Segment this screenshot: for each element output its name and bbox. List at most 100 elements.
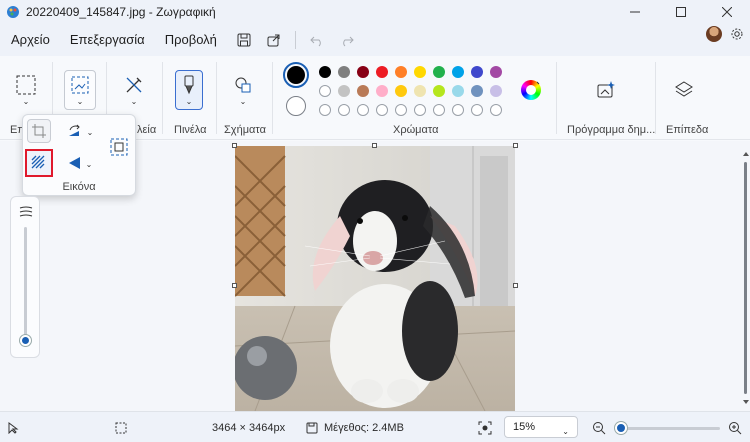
color-swatch[interactable]: [471, 85, 483, 97]
maximize-button[interactable]: [658, 0, 704, 24]
save-button[interactable]: [229, 26, 259, 54]
rotate-button[interactable]: ⌄: [63, 121, 97, 141]
color-swatch[interactable]: [414, 85, 426, 97]
save-icon: [237, 33, 251, 47]
brush-icon: [184, 75, 194, 94]
color-swatch[interactable]: [395, 85, 407, 97]
background-remove-button[interactable]: [25, 149, 53, 177]
avatar[interactable]: [706, 26, 722, 42]
color-swatch[interactable]: [319, 85, 331, 97]
custom-color-slot[interactable]: [357, 104, 369, 116]
color-swatch[interactable]: [395, 66, 407, 78]
undo-button[interactable]: [302, 26, 332, 54]
chevron-down-icon: ⌄: [76, 96, 84, 106]
resize-handle-top-right[interactable]: [513, 143, 518, 148]
zoom-out-icon[interactable]: [592, 421, 606, 435]
fit-to-window-icon[interactable]: [478, 421, 492, 435]
canvas-image[interactable]: [235, 146, 515, 411]
chevron-down-icon: ⌄: [185, 96, 193, 106]
brush-size-thumb[interactable]: [20, 335, 31, 346]
resize-button[interactable]: [107, 135, 131, 159]
tools-button[interactable]: ⌄: [118, 70, 150, 110]
undo-icon: [310, 36, 321, 47]
resize-handle-top[interactable]: [372, 143, 377, 148]
brush-size-track[interactable]: [24, 227, 27, 339]
secondary-color-swatch[interactable]: [286, 96, 306, 116]
color-swatch[interactable]: [319, 66, 331, 78]
menu-view[interactable]: Προβολή: [157, 26, 225, 54]
close-button[interactable]: [704, 0, 750, 24]
custom-color-slot[interactable]: [452, 104, 464, 116]
ribbon-separator: [556, 62, 557, 134]
custom-color-slot[interactable]: [471, 104, 483, 116]
brush-size-icon: [19, 206, 33, 217]
custom-color-slot[interactable]: [414, 104, 426, 116]
color-swatch[interactable]: [357, 85, 369, 97]
zoom-select[interactable]: 15% ⌄: [504, 416, 578, 438]
color-swatch[interactable]: [452, 66, 464, 78]
custom-color-slot[interactable]: [490, 104, 502, 116]
color-picker-button[interactable]: [521, 80, 541, 100]
minimize-icon: [630, 11, 640, 13]
flip-button[interactable]: ⌄: [63, 153, 97, 173]
save-icon: [306, 422, 318, 434]
vertical-scrollbar[interactable]: [742, 146, 750, 411]
background-remove-icon: [31, 155, 45, 169]
color-swatch[interactable]: [433, 66, 445, 78]
scroll-thumb[interactable]: [744, 162, 747, 394]
redo-button[interactable]: [332, 26, 362, 54]
color-picker-icon: [526, 81, 540, 95]
menu-separator: [294, 31, 296, 49]
primary-color-swatch[interactable]: [283, 62, 309, 88]
selection-button[interactable]: ⌄: [10, 70, 42, 110]
menu-file[interactable]: Αρχείο: [3, 26, 58, 54]
group-label-layers: Επίπεδα: [666, 124, 709, 136]
color-swatch[interactable]: [471, 66, 483, 78]
minimize-button[interactable]: [612, 0, 658, 24]
crop-button[interactable]: [27, 119, 51, 143]
brush-size-panel: [10, 196, 40, 358]
color-swatch[interactable]: [357, 66, 369, 78]
image-popup: ⌄ ⌄ Εικόνα: [22, 114, 136, 196]
brushes-button[interactable]: ⌄: [175, 70, 203, 110]
rotate-icon: [68, 124, 80, 136]
color-swatch[interactable]: [452, 85, 464, 97]
resize-handle-left[interactable]: [232, 283, 237, 288]
status-bar: 3464 × 3464px Μέγεθος: 2.4MB 15% ⌄: [0, 411, 750, 442]
color-swatch[interactable]: [490, 85, 502, 97]
chevron-down-icon: ⌄: [562, 427, 569, 436]
image-icon: [71, 76, 89, 93]
image-button[interactable]: ⌄: [64, 70, 96, 110]
custom-color-slot[interactable]: [338, 104, 350, 116]
color-swatch[interactable]: [490, 66, 502, 78]
chevron-down-icon: ⌄: [130, 96, 138, 106]
menu-edit[interactable]: Επεξεργασία: [62, 26, 153, 54]
custom-color-slot[interactable]: [395, 104, 407, 116]
color-swatch[interactable]: [376, 85, 388, 97]
zoom-slider-thumb[interactable]: [615, 422, 627, 434]
color-swatch[interactable]: [338, 66, 350, 78]
color-swatch[interactable]: [414, 66, 426, 78]
share-button[interactable]: [259, 26, 289, 54]
window-title: 20220409_145847.jpg - Ζωγραφική: [26, 5, 216, 19]
zoom-value: 15%: [513, 421, 536, 433]
creator-button[interactable]: [592, 76, 620, 104]
ribbon-separator: [216, 62, 217, 134]
zoom-slider-track[interactable]: [620, 427, 720, 430]
color-swatch[interactable]: [338, 85, 350, 97]
resize-handle-right[interactable]: [513, 283, 518, 288]
resize-handle-top-left[interactable]: [232, 143, 237, 148]
scroll-down-icon: [743, 400, 749, 404]
custom-color-slot[interactable]: [433, 104, 445, 116]
color-swatch[interactable]: [433, 85, 445, 97]
selection-icon: [16, 75, 36, 94]
chevron-down-icon: ⌄: [22, 96, 30, 106]
custom-color-slot[interactable]: [319, 104, 331, 116]
layers-button[interactable]: [670, 76, 698, 104]
zoom-in-icon[interactable]: [728, 421, 742, 435]
shapes-button[interactable]: ⌄: [228, 70, 258, 110]
custom-color-slot[interactable]: [376, 104, 388, 116]
color-swatch[interactable]: [376, 66, 388, 78]
file-size: Μέγεθος: 2.4MB: [324, 422, 404, 434]
settings-icon[interactable]: [730, 27, 744, 41]
